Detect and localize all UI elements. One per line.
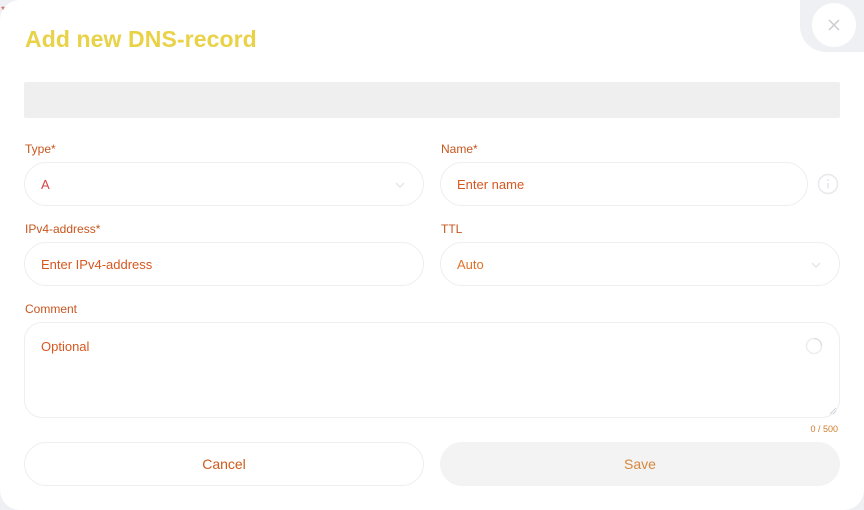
dialog-stage: * Add new DNS-record Type* A Name* Enter… (0, 0, 864, 510)
type-select[interactable]: A (24, 162, 424, 206)
add-dns-record-dialog: * Add new DNS-record Type* A Name* Enter… (0, 0, 864, 510)
close-icon (828, 19, 840, 31)
resize-grip-icon[interactable] (829, 407, 837, 415)
name-placeholder: Enter name (457, 176, 525, 192)
corner-mark: * (1, 5, 5, 16)
ttl-select[interactable]: Auto (440, 242, 840, 286)
ip-label: IPv4-address* (25, 222, 101, 236)
ttl-label: TTL (441, 222, 463, 236)
type-label: Type* (25, 142, 56, 156)
chevron-down-icon (395, 182, 405, 188)
info-icon[interactable] (817, 173, 839, 195)
comment-char-counter: 0 / 500 (810, 424, 838, 434)
ip-address-field[interactable]: Enter IPv4-address (24, 242, 424, 286)
comment-textarea[interactable]: Optional (24, 322, 840, 418)
type-select-value: A (41, 176, 50, 192)
loading-icon (805, 337, 823, 355)
comment-placeholder: Optional (41, 339, 90, 354)
ip-placeholder: Enter IPv4-address (41, 256, 153, 272)
save-button[interactable]: Save (440, 442, 840, 486)
comment-label: Comment (25, 302, 78, 316)
name-label: Name* (441, 142, 478, 156)
ttl-select-value: Auto (457, 256, 484, 272)
chevron-down-icon (811, 262, 821, 268)
name-field[interactable]: Enter name (440, 162, 808, 206)
info-banner (24, 82, 840, 118)
cancel-button[interactable]: Cancel (24, 442, 424, 486)
close-button[interactable] (812, 3, 856, 47)
dialog-title: Add new DNS-record (25, 26, 257, 52)
